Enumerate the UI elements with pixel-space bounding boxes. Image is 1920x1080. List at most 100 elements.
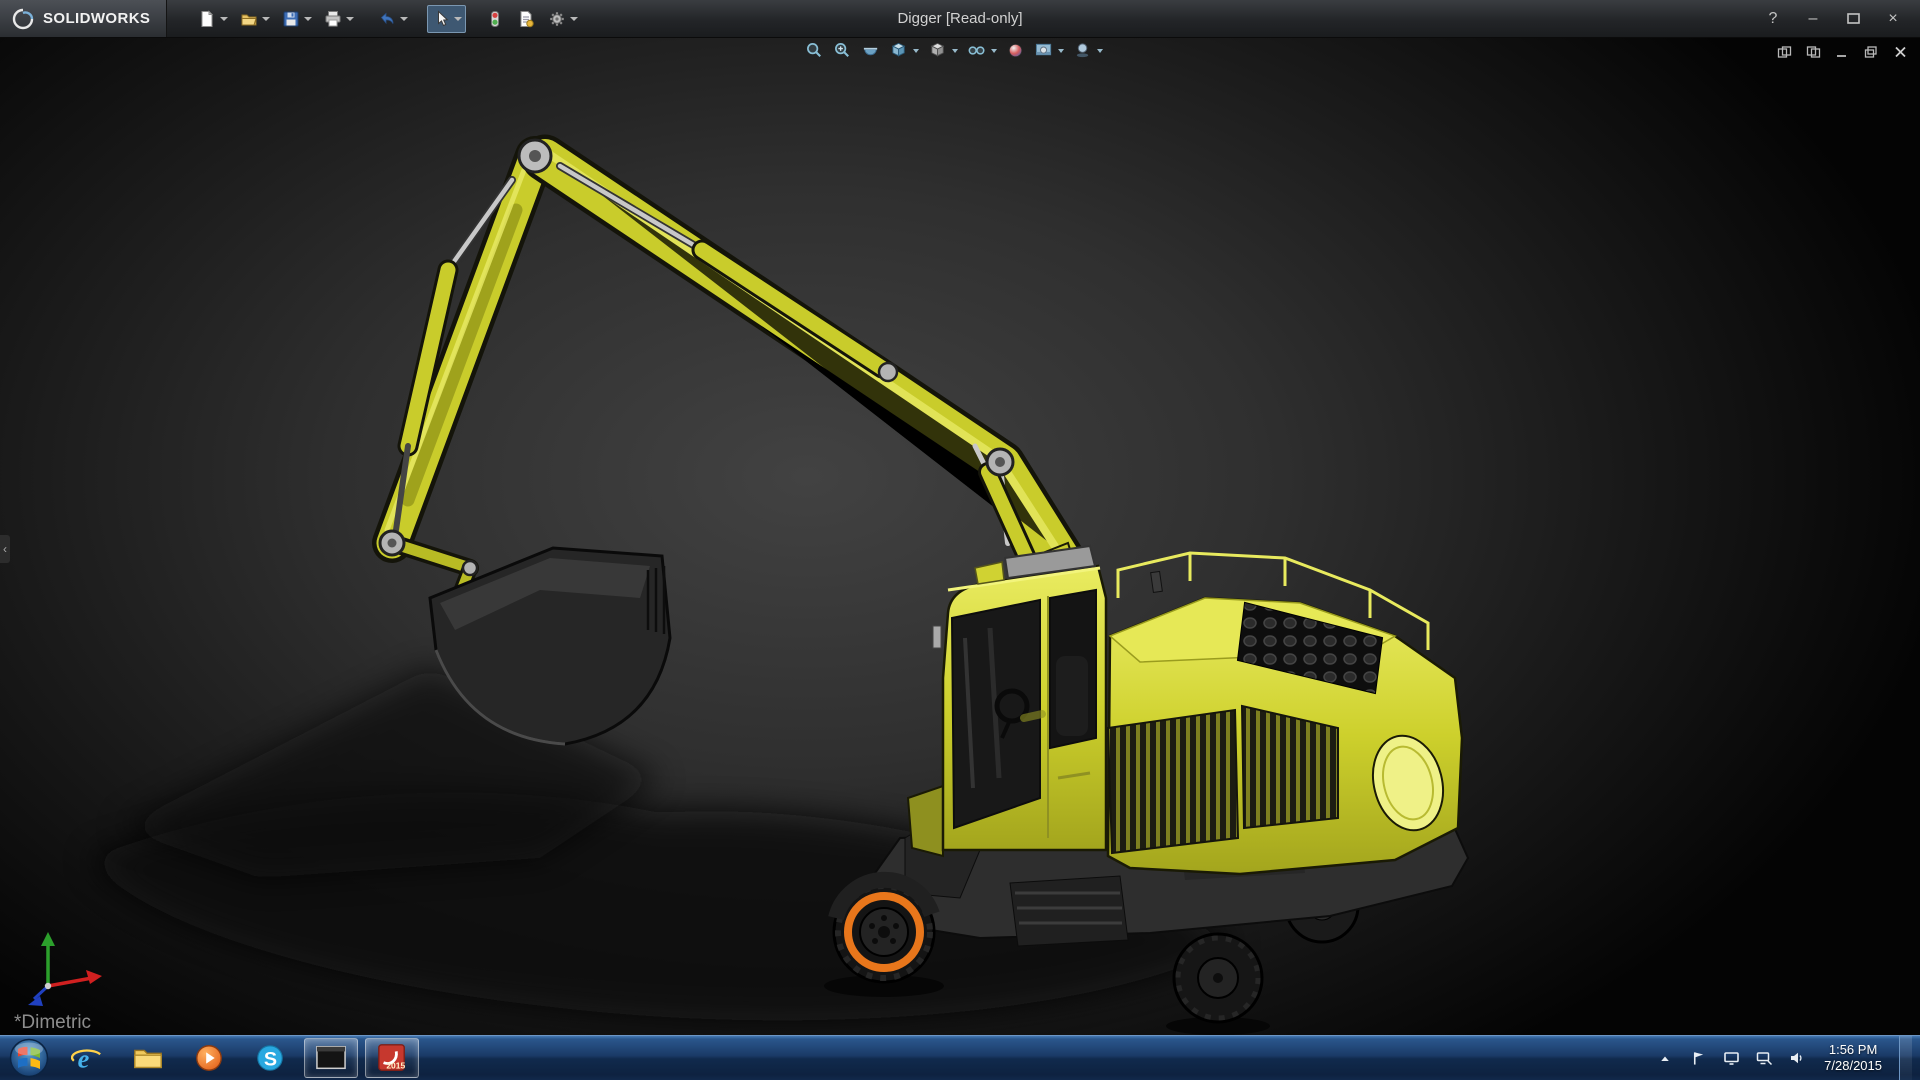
clock-time: 1:56 PM (1824, 1042, 1882, 1058)
section-view-icon (861, 41, 880, 60)
new-document-icon (197, 9, 217, 29)
solidworks-app-icon: 2015 (376, 1042, 408, 1074)
options-button[interactable] (543, 5, 582, 33)
taskbar-items: e (58, 1036, 419, 1080)
skype-button[interactable]: S (243, 1038, 297, 1078)
taskbar: e (0, 1035, 1920, 1080)
doc-minimize-button[interactable] (1831, 43, 1853, 61)
chevron-down-icon (1058, 49, 1064, 53)
rear-wheel[interactable] (1174, 934, 1262, 1022)
volume-tray-button[interactable] (1787, 1043, 1807, 1073)
show-hidden-icons-button[interactable] (1655, 1043, 1675, 1073)
flag-icon (1691, 1050, 1706, 1066)
view-settings-button[interactable] (1073, 41, 1103, 60)
start-button[interactable] (0, 1036, 58, 1080)
close-icon (1896, 48, 1905, 57)
boom-arm[interactable] (380, 140, 1080, 620)
brand-name: SOLIDWORKS (43, 10, 150, 27)
solidworks-taskbar-button[interactable]: 2015 (365, 1038, 419, 1078)
svg-text:S: S (264, 1049, 277, 1071)
model-canvas[interactable] (0, 38, 1920, 1035)
windows-start-orb-icon (9, 1038, 49, 1078)
hide-show-items-button[interactable] (967, 41, 997, 60)
close-button[interactable]: × (1876, 7, 1910, 31)
solidworks-window: SOLIDWORKS (0, 0, 1920, 1080)
internet-explorer-button[interactable]: e (60, 1038, 114, 1078)
network-tray-button[interactable] (1754, 1043, 1774, 1073)
file-properties-button[interactable] (512, 5, 540, 33)
display-tray-button[interactable] (1721, 1043, 1741, 1073)
chevron-down-icon (400, 17, 408, 21)
apply-scene-icon (1034, 41, 1053, 60)
media-player-button[interactable] (182, 1038, 236, 1078)
chevron-down-icon (304, 17, 312, 21)
solidworks-logo: SOLIDWORKS (0, 0, 167, 37)
zoom-to-fit-button[interactable] (805, 41, 824, 60)
windows-explorer-button[interactable] (121, 1038, 175, 1078)
select-button[interactable] (427, 5, 466, 33)
chevron-down-icon (570, 17, 578, 21)
save-icon (281, 9, 301, 29)
open-button[interactable] (235, 5, 274, 33)
solidworks-version-badge: 2015 (386, 1060, 405, 1070)
undo-button[interactable] (373, 5, 412, 33)
network-icon (1756, 1050, 1773, 1066)
engine-housing (1108, 553, 1462, 874)
doc-window-right-button[interactable] (1802, 43, 1824, 61)
zoom-to-fit-icon (805, 41, 824, 60)
display-style-button[interactable] (928, 41, 958, 60)
chevron-down-icon (952, 49, 958, 53)
view-settings-icon (1073, 41, 1092, 60)
undo-icon (377, 9, 397, 29)
show-desktop-button[interactable] (1899, 1036, 1912, 1080)
view-orientation-button[interactable] (889, 41, 919, 60)
print-icon (323, 9, 343, 29)
chevron-up-icon (1661, 1057, 1669, 1062)
tile-window-icon (1807, 47, 1819, 57)
open-folder-icon (239, 9, 259, 29)
save-button[interactable] (277, 5, 316, 33)
file-properties-icon (516, 9, 536, 29)
display-style-icon (928, 41, 947, 60)
internet-explorer-icon: e (71, 1042, 103, 1074)
glasses-icon (967, 41, 986, 60)
help-button[interactable]: ? (1756, 7, 1790, 31)
action-center-button[interactable] (1688, 1043, 1708, 1073)
chevron-down-icon (220, 17, 228, 21)
maximize-button[interactable] (1836, 7, 1870, 31)
edit-appearance-button[interactable] (1006, 41, 1025, 60)
orientation-triad (28, 932, 102, 1006)
minimize-button[interactable]: – (1796, 7, 1830, 31)
rebuild-icon (485, 9, 505, 29)
document-window-controls (1773, 43, 1911, 61)
section-view-button[interactable] (861, 41, 880, 60)
view-orientation-label: *Dimetric (14, 1012, 91, 1034)
app-window-icon (315, 1043, 347, 1073)
heads-up-view-toolbar (805, 41, 1103, 60)
skype-icon: S (254, 1042, 286, 1074)
view-cube-icon (889, 41, 908, 60)
window-controls: ? – × (1756, 7, 1920, 31)
speaker-icon (1789, 1050, 1805, 1066)
select-cursor-icon (431, 9, 451, 29)
chevron-down-icon (454, 17, 462, 21)
print-button[interactable] (319, 5, 358, 33)
system-tray: 1:56 PM 7/28/2015 (1655, 1036, 1920, 1080)
doc-window-left-button[interactable] (1773, 43, 1795, 61)
clock-date: 7/28/2015 (1824, 1058, 1882, 1074)
graphics-viewport[interactable]: *Dimetric ‹ (0, 38, 1920, 1035)
apply-scene-button[interactable] (1034, 41, 1064, 60)
command-window-button[interactable] (304, 1038, 358, 1078)
doc-restore-button[interactable] (1860, 43, 1882, 61)
media-player-icon (193, 1042, 225, 1074)
3ds-swirl-icon (10, 8, 36, 30)
rebuild-button[interactable] (481, 5, 509, 33)
taskbar-clock[interactable]: 1:56 PM 7/28/2015 (1820, 1042, 1886, 1074)
monitor-icon (1723, 1050, 1740, 1066)
feature-panel-flyout-arrow[interactable]: ‹ (0, 535, 10, 563)
chevron-down-icon (913, 49, 919, 53)
zoom-to-area-button[interactable] (833, 41, 852, 60)
tile-window-icon (1778, 47, 1790, 57)
doc-close-button[interactable] (1889, 43, 1911, 61)
new-document-button[interactable] (193, 5, 232, 33)
